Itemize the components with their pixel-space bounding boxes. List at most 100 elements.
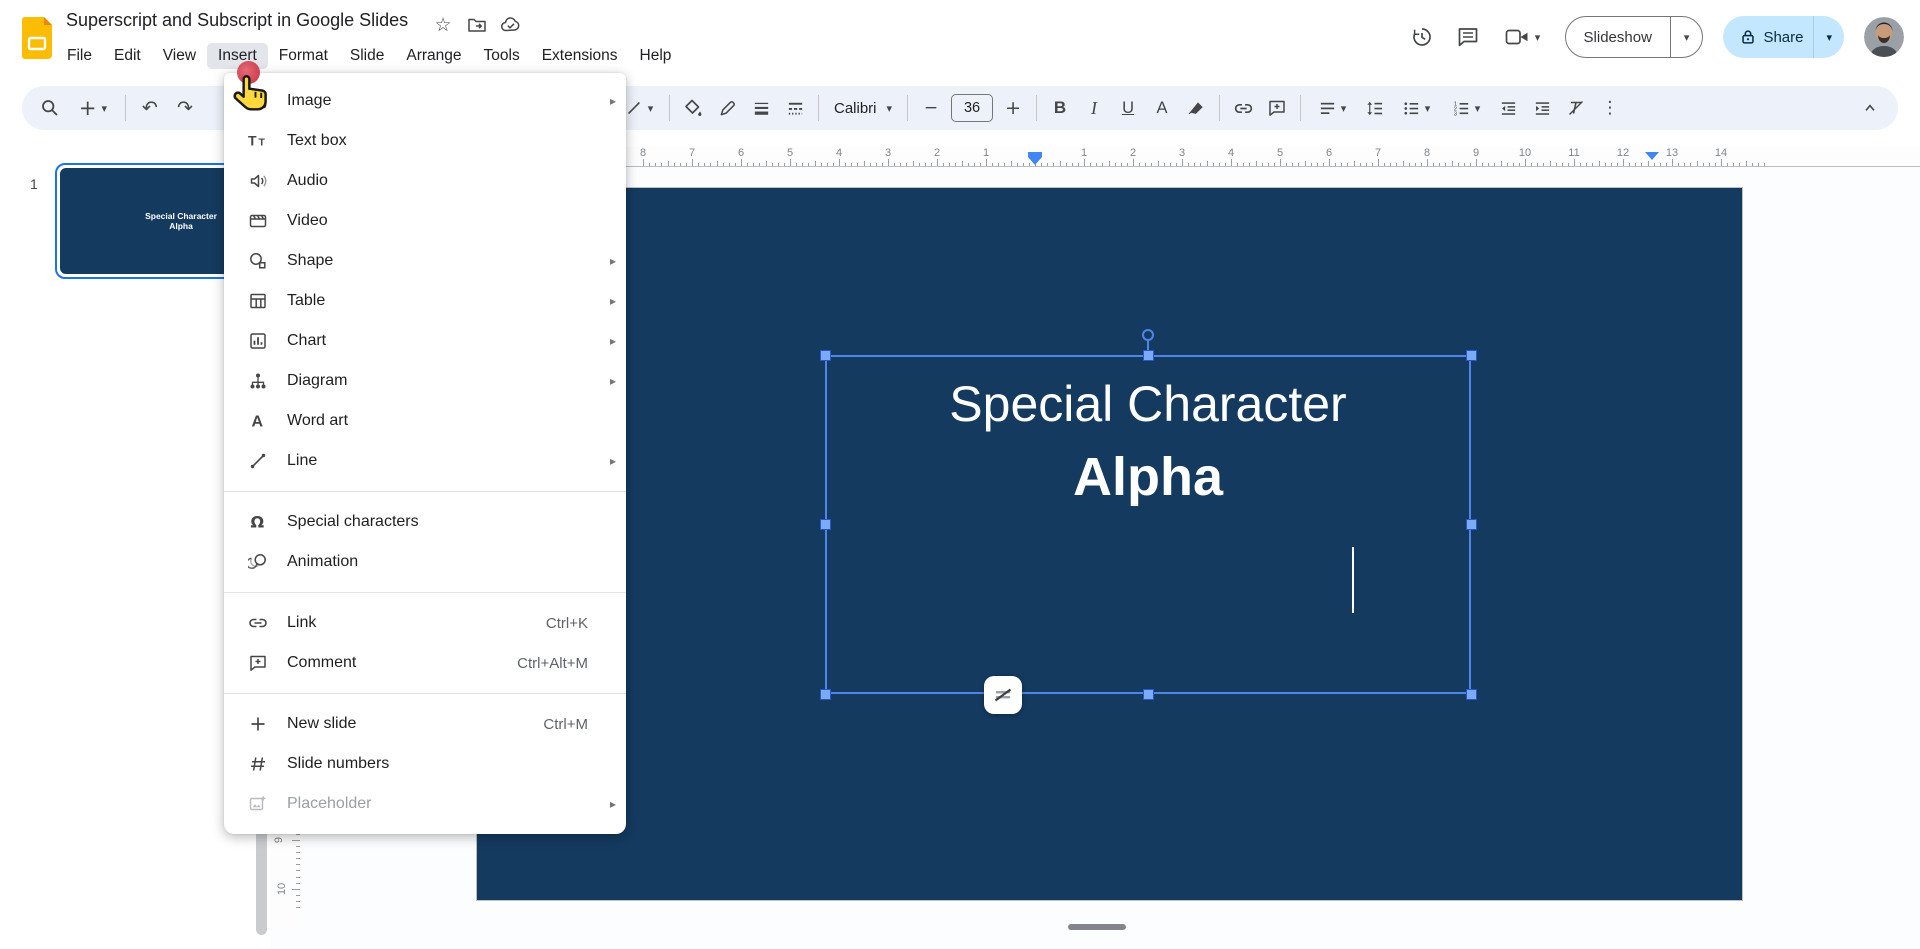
font-size-input[interactable]: 36: [951, 94, 993, 122]
selection-handle-nw[interactable]: [820, 350, 831, 361]
menubar-item-format[interactable]: Format: [268, 43, 339, 69]
ruler-tick: [1384, 163, 1385, 166]
join-call-camera-icon[interactable]: ▾: [1501, 24, 1545, 50]
add-comment-button[interactable]: [1263, 93, 1291, 123]
menubar-item-edit[interactable]: Edit: [103, 43, 152, 69]
autofit-off-button[interactable]: [984, 676, 1022, 714]
share-options-dropdown[interactable]: ▾: [1813, 16, 1844, 58]
move-folder-icon[interactable]: [466, 14, 488, 36]
ruler-tick: [790, 159, 791, 166]
ruler-tick: [1219, 163, 1220, 166]
ruler-label: 9: [273, 837, 285, 843]
menu-item-text-box[interactable]: TTText box: [224, 121, 626, 161]
selection-handle-ne[interactable]: [1466, 350, 1477, 361]
decrease-indent-button[interactable]: [1494, 93, 1522, 123]
shape-icon: [246, 249, 270, 273]
menu-item-table[interactable]: Table▸: [224, 281, 626, 321]
fill-color-button[interactable]: [679, 93, 707, 123]
menubar-item-file[interactable]: File: [56, 43, 103, 69]
border-dash-button[interactable]: [781, 93, 809, 123]
italic-button[interactable]: I: [1080, 93, 1108, 123]
cloud-saved-icon[interactable]: [500, 14, 522, 36]
highlight-color-button[interactable]: [1182, 93, 1210, 123]
menubar-item-insert[interactable]: Insert: [207, 43, 268, 69]
font-family-select[interactable]: Calibri ▾: [828, 93, 898, 123]
text-box-selection[interactable]: [825, 355, 1471, 694]
menu-item-link[interactable]: LinkCtrl+K: [224, 603, 626, 643]
avatar[interactable]: [1864, 17, 1904, 57]
ruler-tick: [1243, 163, 1244, 166]
more-options-icon[interactable]: ⋮: [1596, 93, 1624, 123]
increase-font-size-button[interactable]: +: [999, 93, 1027, 123]
zoom-icon[interactable]: [36, 93, 64, 123]
menubar-item-view[interactable]: View: [152, 43, 207, 69]
new-slide-plus-button[interactable]: +▾: [71, 93, 115, 123]
undo-button[interactable]: ↶: [136, 93, 164, 123]
menu-item-label: Image: [287, 92, 602, 110]
horizontal-scrollbar[interactable]: [1068, 924, 1126, 930]
text-color-button[interactable]: A: [1148, 93, 1176, 123]
menubar-item-extensions[interactable]: Extensions: [531, 43, 629, 69]
menu-item-new-slide[interactable]: New slideCtrl+M: [224, 704, 626, 744]
ruler-tick: [729, 163, 730, 166]
ruler-indent-marker[interactable]: [1028, 152, 1042, 165]
clear-formatting-button[interactable]: [1562, 93, 1590, 123]
slideshow-button[interactable]: Slideshow ▾: [1565, 16, 1704, 58]
ruler-tick: [1562, 163, 1563, 166]
ruler-tick: [1648, 161, 1649, 166]
menu-item-chart[interactable]: Chart▸: [224, 321, 626, 361]
ruler-label: 13: [1666, 147, 1678, 159]
ruler-tick: [296, 895, 300, 896]
ruler-tick: [845, 163, 846, 166]
menu-item-video[interactable]: Video: [224, 201, 626, 241]
selection-handle-w[interactable]: [820, 519, 831, 530]
menu-item-shortcut: Ctrl+K: [546, 615, 588, 632]
submenu-arrow-icon: ▸: [602, 254, 616, 268]
menu-item-diagram[interactable]: Diagram▸: [224, 361, 626, 401]
selection-handle-se[interactable]: [1466, 689, 1477, 700]
numbered-list-button[interactable]: 1 2 3 ▾: [1444, 93, 1488, 123]
menu-item-special-characters[interactable]: ΩSpecial characters: [224, 502, 626, 542]
selection-handle-e[interactable]: [1466, 519, 1477, 530]
menubar-item-slide[interactable]: Slide: [339, 43, 395, 69]
slideshow-options-dropdown[interactable]: ▾: [1670, 17, 1703, 57]
menubar-item-tools[interactable]: Tools: [473, 43, 531, 69]
bold-button[interactable]: B: [1046, 93, 1074, 123]
menubar-item-help[interactable]: Help: [629, 43, 683, 69]
ruler-indent-marker[interactable]: [1645, 152, 1659, 160]
menu-item-slide-numbers[interactable]: Slide numbers: [224, 744, 626, 784]
menu-item-image[interactable]: Image▸: [224, 81, 626, 121]
collapse-toolbar-button[interactable]: [1856, 93, 1884, 123]
star-icon[interactable]: ☆: [432, 14, 454, 36]
line-spacing-button[interactable]: [1360, 93, 1388, 123]
menu-item-shape[interactable]: Shape▸: [224, 241, 626, 281]
ruler-tick: [980, 163, 981, 166]
selection-handle-s[interactable]: [1143, 689, 1154, 700]
increase-indent-button[interactable]: [1528, 93, 1556, 123]
menu-item-comment[interactable]: CommentCtrl+Alt+M: [224, 643, 626, 683]
redo-button[interactable]: ↷: [171, 93, 199, 123]
menu-item-animation[interactable]: Animation: [224, 542, 626, 582]
menu-item-audio[interactable]: Audio: [224, 161, 626, 201]
menubar-item-arrange[interactable]: Arrange: [395, 43, 472, 69]
ruler-label: 10: [276, 883, 288, 895]
border-color-button[interactable]: [713, 93, 741, 123]
version-history-icon[interactable]: [1409, 24, 1435, 50]
underline-button[interactable]: U: [1114, 93, 1142, 123]
selection-handle-sw[interactable]: [820, 689, 831, 700]
open-comments-icon[interactable]: [1455, 24, 1481, 50]
rotation-handle[interactable]: [1142, 329, 1154, 341]
menu-item-line[interactable]: Line▸: [224, 441, 626, 481]
insert-link-button[interactable]: [1229, 93, 1257, 123]
share-button[interactable]: Share ▾: [1723, 16, 1844, 58]
border-weight-button[interactable]: [747, 93, 775, 123]
selection-handle-n[interactable]: [1143, 350, 1154, 361]
align-button[interactable]: ▾: [1310, 93, 1354, 123]
bulleted-list-button[interactable]: ▾: [1394, 93, 1438, 123]
menu-item-label: Shape: [287, 252, 602, 270]
menu-item-word-art[interactable]: AWord art: [224, 401, 626, 441]
ruler-tick: [649, 163, 650, 166]
document-title[interactable]: Superscript and Subscript in Google Slid…: [66, 10, 408, 31]
decrease-font-size-button[interactable]: −: [917, 93, 945, 123]
google-slides-logo-icon[interactable]: [22, 17, 52, 59]
